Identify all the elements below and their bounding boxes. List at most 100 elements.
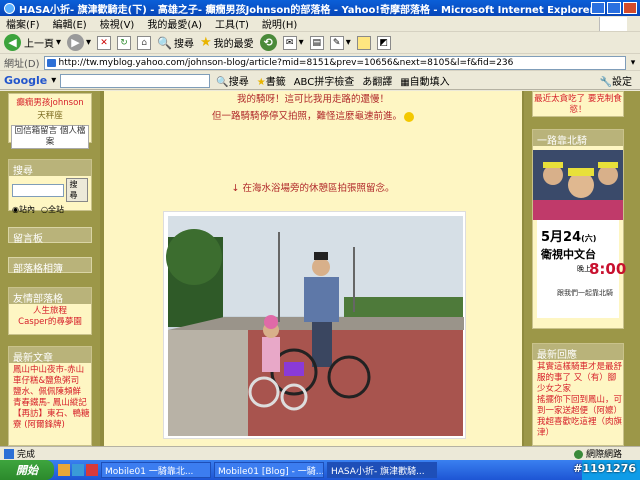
- refresh-icon: ↻: [117, 35, 132, 50]
- reply-link[interactable]: 我超喜歡吃這裡（肉旗津）: [533, 417, 623, 439]
- recent-post-link[interactable]: 鹽水、佩佩陳頻鮮: [9, 387, 91, 398]
- messenger-button[interactable]: [356, 35, 371, 50]
- recent-post-link[interactable]: 【再訪】東石、鴨糖寮 (阿爾鋒牌): [9, 409, 91, 431]
- friend-link[interactable]: Casper的尋夢園: [9, 317, 91, 328]
- windows-logo-icon: [599, 16, 627, 31]
- radio-all[interactable]: ○: [41, 205, 48, 214]
- forward-button[interactable]: ▶ ▾: [67, 34, 91, 51]
- home-button[interactable]: ⌂: [137, 35, 152, 50]
- recent-post-link[interactable]: 青春鐵馬- 鳳山縱記: [9, 398, 91, 409]
- google-bookmarks-label: 書籤: [265, 77, 286, 88]
- radio-site-label: 站內: [18, 205, 35, 214]
- start-button[interactable]: 開始: [0, 460, 54, 480]
- ie-logo-icon: [4, 2, 15, 14]
- refresh-button[interactable]: ↻: [117, 35, 132, 50]
- taskbar-item[interactable]: Mobile01 [Blog] - 一騎...: [214, 462, 324, 478]
- google-toolbar: Google ▾ 🔍搜尋 ★書籤 ABC拼字檢查 あ翻譯 ▦自動填入 🔧設定: [0, 72, 640, 90]
- article-text-line: 我的騎呀！這可比我用走路的還慢！: [236, 94, 389, 105]
- profile-name-link[interactable]: 癲癇男孩johnson: [9, 98, 91, 109]
- article-text-line: 但一路騎騎停停又拍照，難怪這麼龜速前進。: [104, 108, 522, 122]
- friend-link[interactable]: 人生旅程: [9, 306, 91, 317]
- mail-button[interactable]: ✉ ▾: [282, 35, 304, 50]
- google-spellcheck-button[interactable]: ABC拼字檢查: [294, 73, 355, 88]
- google-bookmarks-button[interactable]: ★書籤: [257, 73, 286, 88]
- google-search-button[interactable]: 🔍搜尋: [216, 73, 248, 88]
- friends-title: 友情部落格: [9, 288, 91, 305]
- research-icon: ◩: [376, 35, 391, 50]
- google-autofill-button[interactable]: ▦自動填入: [400, 73, 449, 88]
- bike-photo-image: [166, 216, 464, 436]
- menu-help[interactable]: 說明(H): [262, 16, 297, 31]
- bike-ad-title: 一路靠北騎: [533, 130, 623, 147]
- google-logo: Google: [4, 74, 48, 87]
- quick-launch-icon[interactable]: [86, 464, 98, 476]
- globe-icon: [573, 450, 583, 459]
- translate-icon: あ: [362, 77, 373, 88]
- bike-ad-panel: 一路靠北騎 5月24(六) 衛視中文台 晚上 8:00 跟我們一起靠北騎: [532, 129, 626, 329]
- taskbar-item[interactable]: Mobile01 一騎靠北...: [101, 462, 211, 478]
- zodiac-label: 天秤座: [37, 111, 63, 121]
- print-button[interactable]: ▤: [309, 35, 324, 50]
- blog-search-button[interactable]: 搜尋: [66, 178, 88, 202]
- edit-button[interactable]: ✎ ▾: [329, 35, 351, 50]
- google-search-label: 搜尋: [228, 77, 249, 88]
- radio-site[interactable]: ◉: [12, 205, 19, 214]
- mood-panel: 最近太貪吃了 要克制食慾！: [532, 91, 624, 117]
- history-button[interactable]: ⟲: [259, 34, 277, 51]
- address-input[interactable]: http://tw.myblog.yahoo.com/johnson-blog/…: [43, 55, 626, 70]
- taskbar: 開始 Mobile01 一騎靠北... Mobile01 [Blog] - 一騎…: [0, 460, 640, 480]
- favorites-button[interactable]: ★ 我的最愛: [200, 35, 254, 50]
- stop-button[interactable]: ✕: [97, 35, 112, 50]
- bookmark-star-icon: ★: [256, 77, 266, 88]
- print-icon: ▤: [309, 35, 324, 50]
- google-translate-button[interactable]: あ翻譯: [362, 73, 392, 88]
- mail-icon: ✉: [282, 35, 297, 50]
- autofill-icon: ▦: [400, 77, 410, 88]
- google-autofill-label: 自動填入: [409, 77, 450, 88]
- menu-edit[interactable]: 編輯(E): [53, 16, 87, 31]
- quick-launch-icon[interactable]: [72, 464, 84, 476]
- back-arrow-icon: ◀: [4, 34, 21, 51]
- zone-label: 網際網路: [585, 450, 622, 460]
- history-icon: ⟲: [259, 34, 277, 51]
- menu-file[interactable]: 檔案(F): [6, 16, 40, 31]
- albums-link[interactable]: 部落格相簿: [8, 257, 92, 275]
- reply-link[interactable]: 其實這樣騎車才是最舒服的事了 又（有）腳少女之家: [533, 362, 623, 395]
- profile-actions[interactable]: 回信箱留言 個人檔案: [11, 125, 89, 149]
- google-translate-label: 翻譯: [372, 77, 393, 88]
- google-settings-button[interactable]: 🔧設定: [600, 73, 632, 88]
- research-button[interactable]: ◩: [376, 35, 391, 50]
- window-titlebar: HASA小折- 旗津歡騎走(下) - 高雄之子- 癲癇男孩Johnson的部落格…: [0, 0, 640, 16]
- back-button[interactable]: ◀ 上一頁 ▾: [4, 34, 61, 51]
- google-search-input[interactable]: [60, 73, 211, 88]
- blog-search-input[interactable]: [12, 183, 65, 197]
- search-title: 搜尋: [9, 160, 91, 177]
- status-text: 完成: [17, 450, 36, 460]
- replies-title: 最新回應: [533, 344, 623, 361]
- tv-ad: 5月24(六) 衛視中文台 晚上 8:00 跟我們一起靠北騎: [537, 220, 626, 318]
- menu-bar: 檔案(F) 編輯(E) 檢視(V) 我的最愛(A) 工具(T) 說明(H): [0, 16, 640, 32]
- reply-link[interactable]: 搖擺你下回到鳳山，可到一家送超便（阿嬤）: [533, 395, 623, 417]
- search-button[interactable]: 🔍 搜尋: [157, 35, 195, 51]
- guestbook-link[interactable]: 留言板: [8, 227, 92, 245]
- menu-tools[interactable]: 工具(T): [215, 16, 249, 31]
- address-dropdown-icon[interactable]: ▾: [626, 58, 640, 68]
- menu-favorites[interactable]: 我的最愛(A): [147, 16, 202, 31]
- recent-post-link[interactable]: 鳳山中山夜市-赤山車仔糕&鹽魚粥司: [9, 365, 91, 387]
- recent-posts-panel: 最新文章 鳳山中山夜市-赤山車仔糕&鹽魚粥司 鹽水、佩佩陳頻鮮 青春鐵馬- 鳳山…: [8, 346, 92, 446]
- address-label: 網址(D): [4, 59, 40, 70]
- web-page: 癲癇男孩johnson 天秤座 回信箱留言 個人檔案 搜尋 搜尋 ◉ 站內 ○ 全站…: [0, 91, 640, 446]
- search-icon: 🔍: [157, 35, 173, 50]
- taskbar-item-active[interactable]: HASA小折- 旗津歡騎...: [327, 462, 437, 478]
- close-button[interactable]: [623, 2, 637, 14]
- radio-all-label: 全站: [47, 205, 64, 214]
- menu-view[interactable]: 檢視(V): [100, 16, 135, 31]
- quick-launch-icon[interactable]: [58, 464, 70, 476]
- messenger-icon: [356, 35, 371, 50]
- minimize-button[interactable]: [591, 2, 605, 14]
- replies-panel: 最新回應 其實這樣騎車才是最舒服的事了 又（有）腳少女之家 搖擺你下回到鳳山，可…: [532, 343, 624, 446]
- window-title: HASA小折- 旗津歡騎走(下) - 高雄之子- 癲癇男孩Johnson的部落格…: [19, 4, 591, 16]
- search-label: 搜尋: [174, 39, 195, 50]
- article-photo: [163, 211, 466, 439]
- maximize-button[interactable]: [607, 2, 621, 14]
